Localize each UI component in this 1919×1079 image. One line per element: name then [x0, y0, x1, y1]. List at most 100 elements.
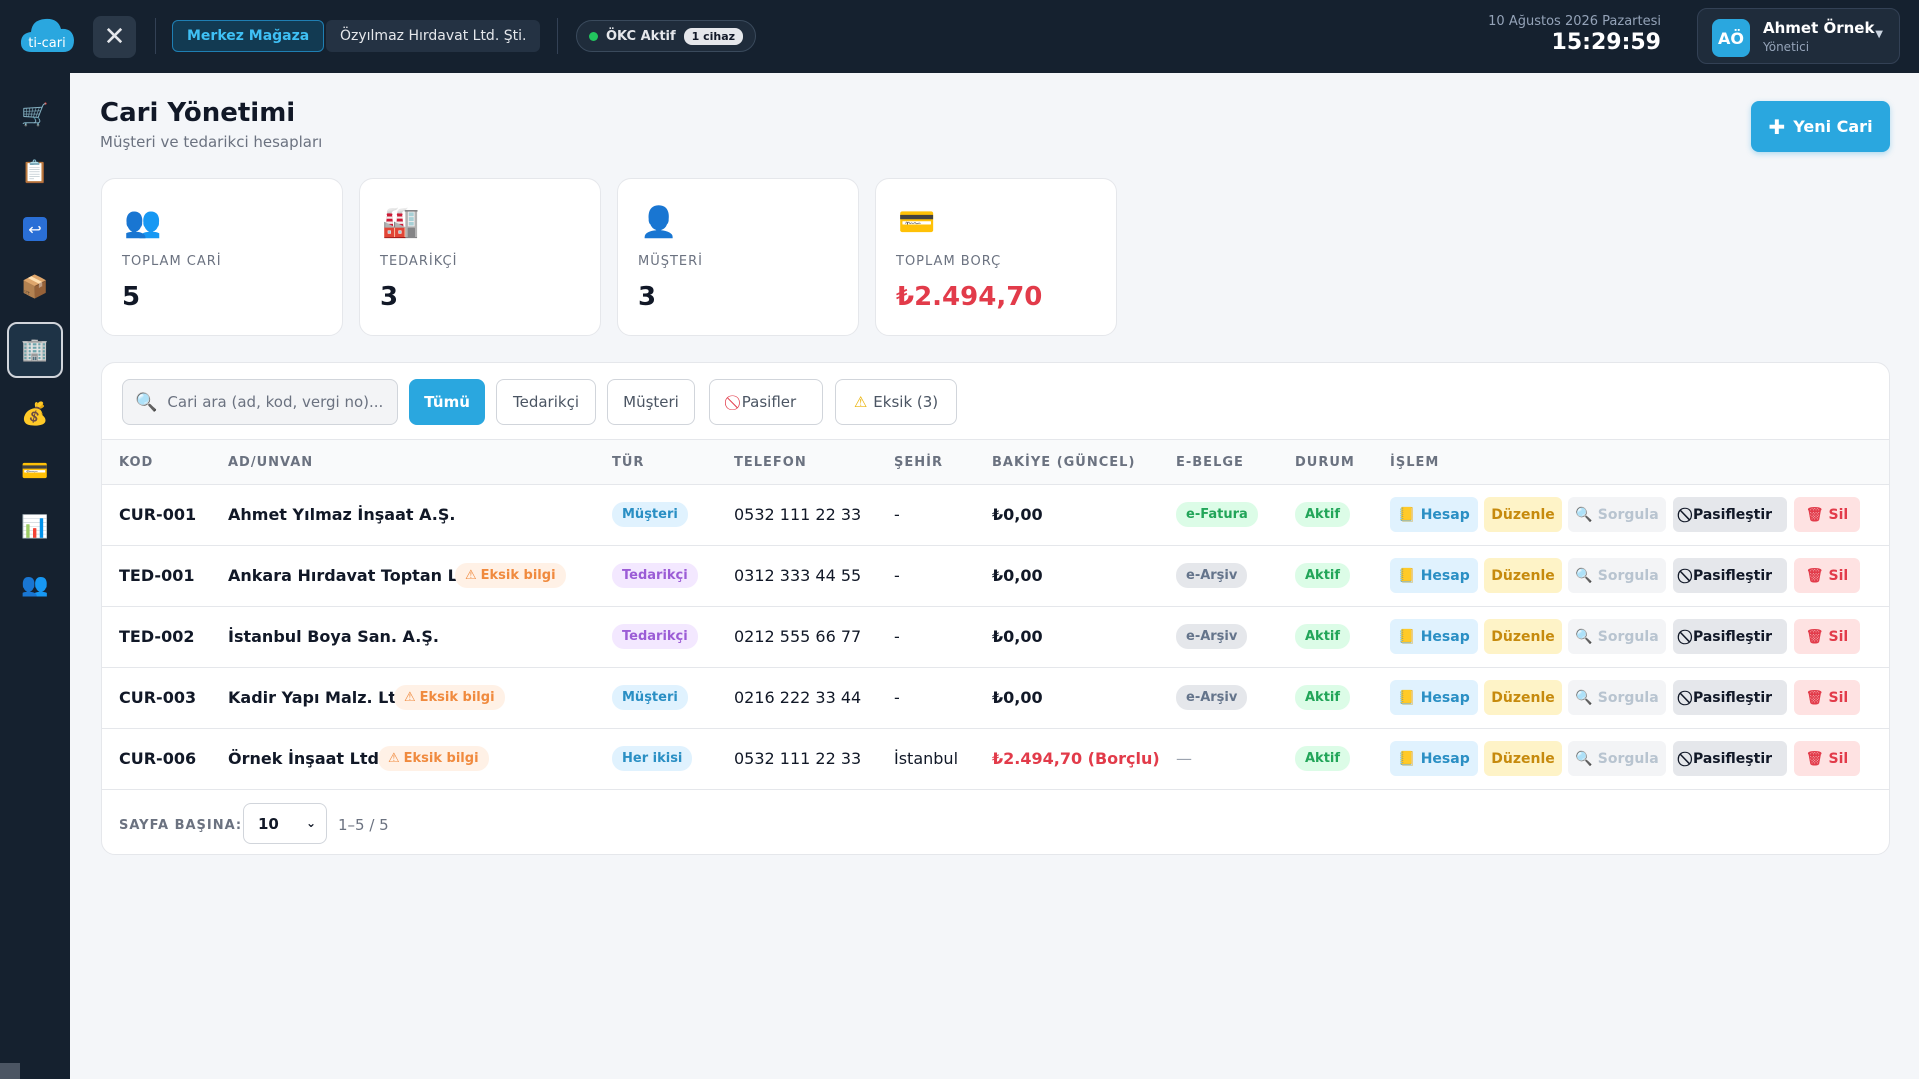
edit-button[interactable]: Düzenle	[1484, 741, 1562, 776]
delete-button[interactable]: 🗑 Sil	[1794, 741, 1860, 776]
delete-button[interactable]: 🗑 Sil	[1794, 558, 1860, 593]
stat-card-supplier: 🏭 TEDARİKÇİ 3	[359, 178, 601, 336]
deactivate-button[interactable]: ⃠Pasifleştir	[1673, 680, 1787, 715]
balance: ₺0,00	[992, 688, 1043, 707]
account-name[interactable]: İstanbul Boya San. A.Ş.	[228, 627, 439, 646]
deactivate-button[interactable]: ⃠Pasifleştir	[1673, 741, 1787, 776]
account-name[interactable]: Ahmet Yılmaz İnşaat A.Ş.	[228, 505, 455, 524]
filter-supplier[interactable]: Tedarikçi	[496, 379, 596, 425]
account-code: CUR-006	[119, 749, 197, 768]
store-selector[interactable]: Merkez Mağaza	[172, 20, 325, 52]
filter-passive[interactable]: ⃠ Pasifler	[709, 379, 823, 425]
user-name: Ahmet Örnek	[1763, 19, 1875, 37]
card-icon: 💳	[21, 458, 49, 484]
sidebar-item-cash[interactable]: 💰	[7, 386, 63, 442]
status-badge: Aktif	[1295, 685, 1351, 710]
query-button[interactable]: 🔍 Sorgula	[1568, 680, 1666, 715]
column-header[interactable]: DURUM	[1295, 455, 1355, 470]
action-label: Pasifleştir	[1692, 750, 1773, 767]
user-menu[interactable]: AÖ Ahmet Örnek Yönetici ▼	[1697, 8, 1900, 64]
delete-button[interactable]: 🗑 Sil	[1794, 497, 1860, 532]
per-page-select[interactable]: 10 ⌄	[243, 803, 327, 844]
chevron-down-icon: ⌄	[305, 816, 316, 830]
query-button[interactable]: 🔍 Sorgula	[1568, 619, 1666, 654]
table-row: TED-002 İstanbul Boya San. A.Ş. Tedarikç…	[102, 607, 1889, 668]
balance: ₺2.494,70 (Borçlu)	[992, 749, 1160, 768]
collapse-handle[interactable]	[0, 1063, 20, 1079]
new-account-button[interactable]: ✚ Yeni Cari	[1751, 101, 1890, 152]
sidebar-item-returns[interactable]: ↩	[7, 201, 63, 257]
ledger-icon: 📒	[1398, 506, 1416, 523]
edit-button[interactable]: Düzenle	[1484, 497, 1562, 532]
current-time: 15:29:59	[1551, 30, 1661, 55]
column-header[interactable]: AD/UNVAN	[228, 455, 313, 470]
company-selector[interactable]: Özyılmaz Hırdavat Ltd. Şti.	[326, 20, 541, 52]
account-button[interactable]: 📒 Hesap	[1390, 558, 1478, 593]
ebelge-badge: e-Arşiv	[1176, 563, 1248, 588]
okc-status[interactable]: ÖKC Aktif 1 cihaz	[576, 20, 757, 52]
okc-label: ÖKC Aktif	[606, 28, 676, 44]
account-name[interactable]: Örnek İnşaat Ltd.	[228, 749, 385, 768]
okc-device-count: 1 cihaz	[683, 27, 744, 45]
delete-button[interactable]: 🗑 Sil	[1794, 619, 1860, 654]
filter-all[interactable]: Tümü	[409, 379, 485, 425]
trash-icon: 🗑	[1805, 689, 1824, 706]
page-range: 1–5 / 5	[338, 816, 389, 834]
phone: 0312 333 44 55	[734, 566, 862, 585]
query-button[interactable]: 🔍 Sorgula	[1568, 497, 1666, 532]
plus-icon: ✚	[1768, 114, 1786, 139]
column-header[interactable]: TÜR	[612, 455, 644, 470]
action-label: Sil	[1828, 689, 1849, 706]
stat-card-total: 👥 TOPLAM CARİ 5	[101, 178, 343, 336]
balance: ₺0,00	[992, 566, 1043, 585]
account-button[interactable]: 📒 Hesap	[1390, 741, 1478, 776]
account-button[interactable]: 📒 Hesap	[1390, 497, 1478, 532]
sidebar-item-reports[interactable]: 📊	[7, 499, 63, 555]
edit-button[interactable]: Düzenle	[1484, 619, 1562, 654]
sidebar-item-users[interactable]: 👥	[7, 557, 63, 613]
delete-button[interactable]: 🗑 Sil	[1794, 680, 1860, 715]
page-title: Cari Yönetimi	[100, 98, 296, 128]
search-icon: 🔍	[1575, 567, 1593, 584]
deactivate-button[interactable]: ⃠Pasifleştir	[1673, 558, 1787, 593]
column-header[interactable]: KOD	[119, 455, 153, 470]
deactivate-button[interactable]: ⃠Pasifleştir	[1673, 497, 1787, 532]
sidebar-item-payments[interactable]: 💳	[7, 443, 63, 499]
account-button[interactable]: 📒 Hesap	[1390, 680, 1478, 715]
sidebar-item-accounts[interactable]: 🏢	[7, 322, 63, 378]
action-label: Sorgula	[1597, 689, 1659, 706]
sidebar-item-products[interactable]: 📦	[7, 259, 63, 315]
account-name[interactable]: Ankara Hırdavat Toptan Ltd.	[228, 566, 483, 585]
edit-button[interactable]: Düzenle	[1484, 680, 1562, 715]
filter-missing[interactable]: ⚠ Eksik (3)	[835, 379, 957, 425]
filter-customer[interactable]: Müşteri	[607, 379, 695, 425]
ledger-icon: 📒	[1398, 750, 1416, 767]
edit-button[interactable]: Düzenle	[1484, 558, 1562, 593]
search-input[interactable]	[167, 393, 388, 411]
account-button[interactable]: 📒 Hesap	[1390, 619, 1478, 654]
column-header[interactable]: ŞEHİR	[894, 455, 943, 470]
status-badge: Aktif	[1295, 563, 1351, 588]
action-label: Sorgula	[1597, 750, 1659, 767]
missing-info-badge: ⚠ Eksik bilgi	[455, 563, 566, 588]
sidebar-item-sales[interactable]: 🛒	[7, 87, 63, 143]
column-header[interactable]: BAKİYE (GÜNCEL)	[992, 455, 1135, 470]
account-name[interactable]: Kadir Yapı Malz. Ltd.	[228, 688, 414, 707]
column-header[interactable]: TELEFON	[734, 455, 807, 470]
query-button[interactable]: 🔍 Sorgula	[1568, 558, 1666, 593]
sidebar-item-documents[interactable]: 📋	[7, 144, 63, 200]
action-label: Hesap	[1420, 506, 1470, 523]
query-button[interactable]: 🔍 Sorgula	[1568, 741, 1666, 776]
search-box[interactable]: 🔍	[122, 379, 398, 425]
action-label: Sorgula	[1597, 628, 1659, 645]
phone: 0532 111 22 33	[734, 749, 862, 768]
warning-icon: ⚠	[404, 690, 416, 705]
divider	[155, 18, 156, 54]
status-badge: Aktif	[1295, 624, 1351, 649]
close-button[interactable]: ✕	[93, 16, 136, 58]
cloud-logo-icon[interactable]: ti-cari	[18, 14, 76, 56]
phone: 0216 222 33 44	[734, 688, 862, 707]
stat-card-debt: 💳 TOPLAM BORÇ ₺2.494,70	[875, 178, 1117, 336]
deactivate-button[interactable]: ⃠Pasifleştir	[1673, 619, 1787, 654]
column-header[interactable]: E-BELGE	[1176, 455, 1244, 470]
